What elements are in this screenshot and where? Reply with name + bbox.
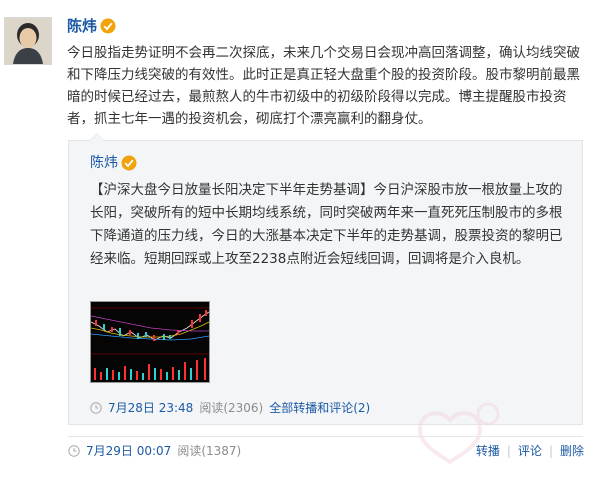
repost-meta: 7月28日 23:48 阅读(2306) 全部转播和评论(2): [90, 400, 370, 416]
repost-author[interactable]: 陈炜: [90, 154, 137, 172]
repost-button[interactable]: 转播: [476, 443, 500, 459]
repost-time[interactable]: 7月28日 23:48: [108, 400, 193, 416]
verified-badge-icon: [121, 155, 137, 171]
action-separator: |: [548, 444, 553, 458]
repost-count[interactable]: (2): [353, 401, 370, 415]
post-author[interactable]: 陈炜: [67, 17, 116, 35]
repost-pointer: [89, 133, 105, 141]
verified-badge-icon: [100, 18, 116, 34]
post-meta: 7月29日 00:07 阅读(1387): [68, 443, 241, 459]
post-time[interactable]: 7月29日 00:07: [86, 443, 171, 459]
post-actions: 转播 | 评论 | 删除: [476, 443, 584, 459]
post-reads: 阅读(1387): [177, 444, 242, 458]
post-text: 今日股指走势证明不会再二次探底，未来几个交易日会现冲高回落调整，确认均线突破和下…: [67, 45, 580, 127]
clock-icon: [68, 445, 80, 457]
comment-button[interactable]: 评论: [518, 443, 542, 459]
action-separator: |: [506, 444, 511, 458]
repost-text: 【沪深大盘今日放量长阳决定下半年走势基调】今日沪深股市放一根放量上攻的长阳，突破…: [90, 182, 563, 267]
repost-author-name[interactable]: 陈炜: [90, 154, 118, 172]
delete-button[interactable]: 删除: [560, 443, 584, 459]
stock-chart-thumbnail[interactable]: [90, 301, 210, 383]
repost-all-link[interactable]: 全部转播和评论(2): [269, 400, 370, 416]
repost-all-link-label[interactable]: 全部转播和评论: [269, 401, 353, 415]
divider: [68, 436, 583, 437]
avatar[interactable]: [4, 17, 52, 65]
post-author-name[interactable]: 陈炜: [67, 17, 97, 35]
clock-icon: [90, 402, 102, 414]
stock-chart-image: [90, 302, 210, 382]
repost-box: 陈炜 【沪深大盘今日放量长阳决定下半年走势基调】今日沪深股市放一根放量上攻的长阳…: [68, 133, 583, 425]
avatar-photo: [5, 18, 51, 64]
repost-reads: 阅读(2306): [199, 401, 264, 415]
